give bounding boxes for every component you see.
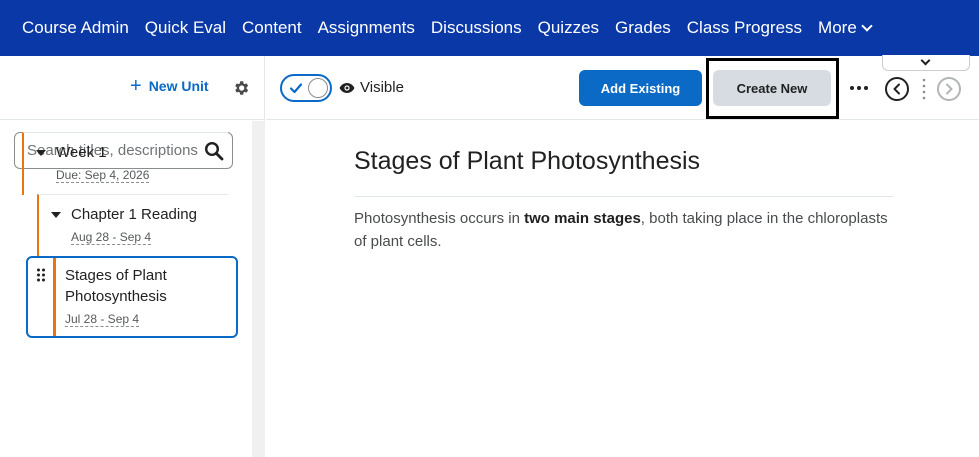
nav-more-label: More [818,18,857,37]
tree-item-title-line-2: Photosynthesis [65,288,167,305]
drag-handle-icon[interactable] [36,268,46,284]
tree-item-date: Jul 28 - Sep 4 [65,312,140,327]
new-unit-button[interactable]: + New Unit [130,75,209,97]
tree-item-title: Chapter 1 Reading [71,206,197,223]
visibility-status: Visible [339,79,404,96]
nav-class-progress[interactable]: Class Progress [679,0,810,56]
topic-content: Stages of Plant Photosynthesis Photosynt… [354,143,893,253]
caret-down-icon[interactable] [36,150,46,156]
check-icon [289,83,303,94]
chevron-down-icon [920,55,931,66]
gear-icon[interactable] [232,79,250,97]
more-options-icon[interactable] [848,80,870,96]
nav-content[interactable]: Content [234,0,310,56]
course-navbar: Course Admin Quick Eval Content Assignme… [0,0,979,56]
nav-grades[interactable]: Grades [607,0,679,56]
content-toolbar: Visible Add Existing Create New [266,55,979,120]
create-new-button[interactable]: Create New [713,70,831,106]
tree-item-stages-of-plant-photosynthesis[interactable]: Stages of Plant Photosynthesis Jul 28 - … [26,256,238,338]
chevron-down-icon [861,20,873,32]
nav-more-menu[interactable]: More [810,0,879,56]
plus-icon: + [130,75,142,97]
body-text-start: Photosynthesis occurs in [354,210,525,227]
tree-item-date: Aug 28 - Sep 4 [71,230,152,245]
add-existing-button[interactable]: Add Existing [579,70,702,106]
topic-body: Photosynthesis occurs in two main stages… [354,207,893,253]
toggle-knob [308,78,328,98]
topic-title: Stages of Plant Photosynthesis [354,143,893,197]
new-unit-label: New Unit [148,78,209,94]
chevron-right-icon [946,83,953,95]
chevron-left-icon [893,83,900,95]
tree-item-week-1[interactable]: Week 1 Due: Sep 4, 2026 [22,132,228,195]
tree-item-title: Week 1 [56,144,107,161]
next-topic-button[interactable] [937,77,961,101]
visibility-label: Visible [360,79,404,96]
tree-item-accent-bar [53,258,56,336]
nav-quizzes[interactable]: Quizzes [530,0,607,56]
nav-discussions[interactable]: Discussions [423,0,530,56]
tree-scrollbar[interactable] [252,121,265,457]
visibility-toggle[interactable] [280,74,332,102]
separator-dots [922,78,926,100]
tree-toolbar: + New Unit [0,56,264,120]
eye-icon [339,82,355,93]
previous-topic-button[interactable] [885,77,909,101]
nav-course-admin[interactable]: Course Admin [14,0,137,56]
body-text-bold: two main stages [524,210,641,227]
nav-assignments[interactable]: Assignments [310,0,423,56]
tree-item-date: Due: Sep 4, 2026 [56,168,150,183]
caret-down-icon[interactable] [51,212,61,218]
collapse-tab[interactable] [882,55,970,71]
tree-item-title-line-1: Stages of Plant [65,267,167,284]
nav-quick-eval[interactable]: Quick Eval [137,0,234,56]
tree-item-chapter-1-reading[interactable]: Chapter 1 Reading Aug 28 - Sep 4 [37,194,228,256]
